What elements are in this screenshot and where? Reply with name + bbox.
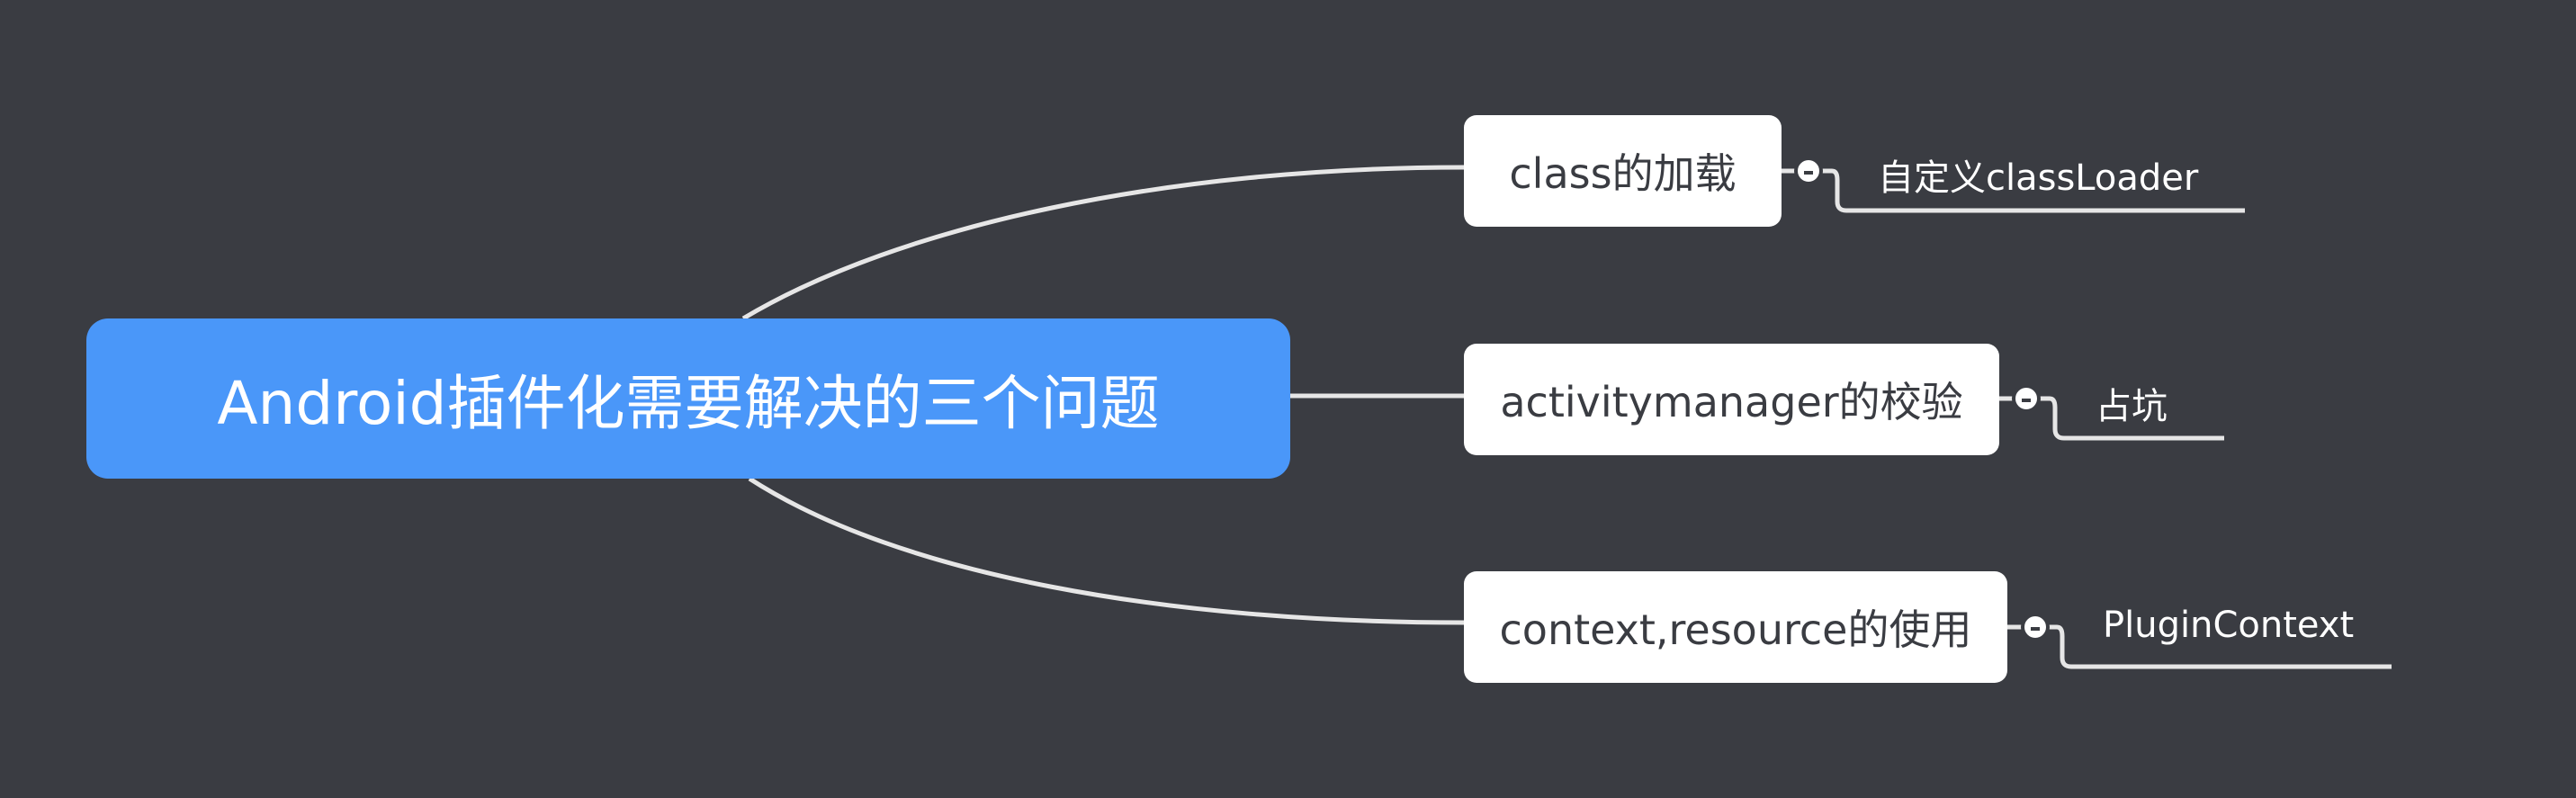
subtopic-custom-classloader[interactable]: 自定义classLoader	[1878, 148, 2198, 201]
topic-context-resource[interactable]: context,resource的使用	[1464, 571, 2007, 683]
minus-circle-icon[interactable]	[2012, 384, 2041, 413]
connector-central-to-topic-3	[748, 476, 1465, 625]
subtopic-placeholder[interactable]: 占坑	[2096, 377, 2168, 429]
topic-activitymanager-check[interactable]: activitymanager的校验	[1464, 344, 1999, 455]
mindmap-canvas: Android插件化需要解决的三个问题 class的加载 activityman…	[0, 0, 2576, 798]
minus-circle-icon[interactable]	[1794, 157, 1823, 185]
connector-central-to-topic-1	[741, 165, 1465, 321]
subtopic-plugincontext[interactable]: PluginContext	[2103, 605, 2354, 646]
topic-class-loading[interactable]: class的加载	[1464, 115, 1782, 227]
minus-circle-icon[interactable]	[2021, 613, 2050, 641]
central-topic[interactable]: Android插件化需要解决的三个问题	[86, 318, 1290, 479]
